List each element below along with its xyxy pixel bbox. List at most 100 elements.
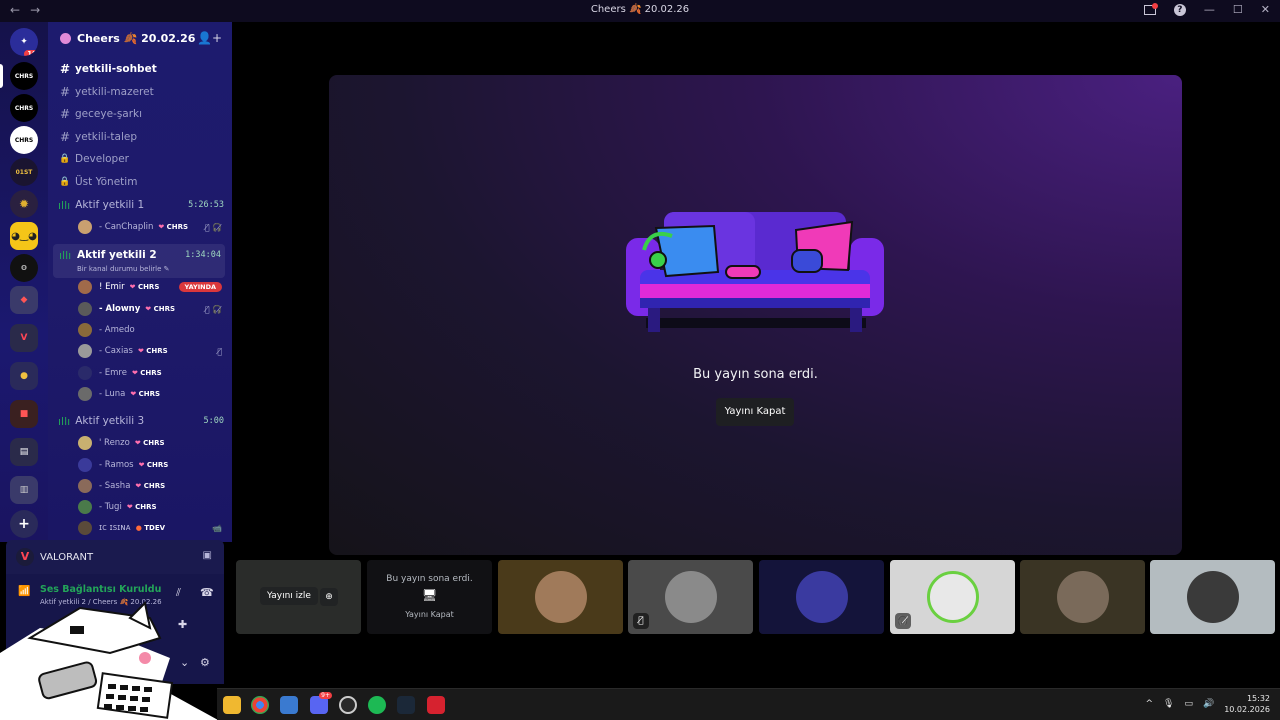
voice-member[interactable]: - Amedo bbox=[78, 321, 228, 339]
add-server-icon[interactable]: + bbox=[10, 510, 38, 538]
server-jake[interactable]: ◕‿◕ bbox=[10, 222, 38, 250]
channel-yetkili-talep[interactable]: # yetkili-talep bbox=[58, 127, 137, 147]
valorant-icon: V bbox=[16, 548, 34, 566]
voice-member[interactable]: ɪᴄ ɪsɪɴᴀ ● TDEV 📹 bbox=[78, 519, 228, 537]
server-cheers-3[interactable]: CHRS bbox=[10, 126, 38, 154]
voice-member[interactable]: - Alowny ❤ CHRS 🎙̸ 🎧̸ bbox=[78, 300, 228, 318]
voice-member[interactable]: - Ramos ❤ CHRS bbox=[78, 456, 228, 474]
hash-icon: # bbox=[59, 62, 71, 76]
watch-stream-button[interactable]: Yayını izle bbox=[260, 587, 318, 605]
stream-ended-tile[interactable]: Bu yayın sona erdi. 🖥 Yayını Kapat bbox=[367, 560, 492, 634]
member-name: - Ramos bbox=[99, 460, 134, 470]
connection-status[interactable]: Ses Bağlantısı Kuruldu bbox=[40, 584, 161, 595]
avatar bbox=[78, 479, 92, 493]
tray-chevron-icon[interactable]: ^ bbox=[1145, 699, 1153, 709]
server-tag: ❤ CHRS bbox=[130, 390, 161, 398]
voice-channel-aktif-yetkili-3[interactable]: ıllı Aktif yetkili 3 5:00 bbox=[58, 411, 228, 431]
server-folder-6[interactable]: ▥ bbox=[10, 476, 38, 504]
voice-member[interactable]: - CanChaplin ❤ CHRS 🎙̸ 🎧̸ bbox=[78, 218, 228, 236]
riot-client-icon[interactable] bbox=[427, 696, 445, 714]
voice-member[interactable]: - Tugi ❤ CHRS bbox=[78, 498, 228, 516]
server-cheers[interactable]: CHRS bbox=[10, 62, 38, 90]
avatar bbox=[795, 571, 848, 623]
voice-channel-label: Aktif yetkili 1 bbox=[75, 199, 145, 211]
server-folder-2[interactable]: V bbox=[10, 324, 38, 352]
maximize-button[interactable]: ☐ bbox=[1233, 3, 1243, 16]
server-dark-logo[interactable]: ʘ bbox=[10, 254, 38, 282]
direct-messages-icon[interactable]: ✦ 19 bbox=[10, 28, 38, 56]
close-stream-button[interactable]: Yayını Kapat bbox=[716, 398, 794, 426]
date: 10.02.2026 bbox=[1224, 705, 1270, 714]
tile-close-stream-button[interactable]: Yayını Kapat bbox=[367, 610, 492, 619]
channel-ust-yonetim[interactable]: 🔒 Üst Yönetim bbox=[58, 172, 137, 192]
server-01st[interactable]: 01ST bbox=[10, 158, 38, 186]
steam-icon[interactable] bbox=[397, 696, 415, 714]
participant-tile[interactable] bbox=[1150, 560, 1275, 634]
deafened-icon: 🎧̸ bbox=[895, 613, 911, 629]
voice-member[interactable]: - Emre ❤ CHRS bbox=[78, 364, 228, 382]
stream-stage: Bu yayın sona erdi. Yayını Kapat Yayını … bbox=[232, 22, 1280, 688]
volume-icon[interactable]: 🔊 bbox=[1203, 699, 1214, 709]
close-button[interactable]: ✕ bbox=[1261, 3, 1270, 16]
lock-icon: 🔒 bbox=[59, 154, 71, 164]
participant-tile[interactable]: 🎙̸ bbox=[628, 560, 753, 634]
zoom-icon[interactable]: ⊕ bbox=[320, 588, 338, 606]
server-folder-1[interactable]: ◆ bbox=[10, 286, 38, 314]
avatar bbox=[78, 344, 92, 358]
voice-channel-aktif-yetkili-1[interactable]: ıllı Aktif yetkili 1 5:26:53 bbox=[58, 195, 228, 215]
help-icon[interactable]: ? bbox=[1173, 3, 1186, 16]
server-tag: ❤ CHRS bbox=[145, 305, 176, 313]
voice-channel-aktif-yetkili-2[interactable]: ıllı Aktif yetkili 2 Bir kanal durumu be… bbox=[53, 244, 225, 278]
avatar bbox=[78, 458, 92, 472]
participant-tile[interactable]: 🎧̸ bbox=[890, 560, 1015, 634]
participant-tile[interactable] bbox=[498, 560, 623, 634]
participant-tile[interactable] bbox=[759, 560, 884, 634]
server-gold-emblem[interactable]: ✹ bbox=[10, 190, 38, 218]
server-folder-4[interactable]: ■ bbox=[10, 400, 38, 428]
system-tray: ^ 🎙 ▭ 🔊 15:32 10.02.2026 bbox=[1145, 693, 1270, 715]
activity-icon[interactable]: ▣ bbox=[203, 550, 212, 561]
spotify-icon[interactable] bbox=[368, 696, 386, 714]
member-name: - Caxias bbox=[99, 346, 133, 356]
member-name: - Sasha bbox=[99, 481, 131, 491]
screen-share-icon[interactable] bbox=[1143, 2, 1158, 15]
minimize-button[interactable]: — bbox=[1204, 3, 1215, 16]
voice-activity-icon: ıllı bbox=[58, 414, 71, 428]
clock[interactable]: 15:32 10.02.2026 bbox=[1224, 693, 1270, 715]
game-activity-bar[interactable]: V VALORANT ▣ bbox=[6, 540, 224, 574]
unread-badge: 19 bbox=[24, 50, 38, 56]
voice-member[interactable]: - Caxias ❤ CHRS 🎙̸ bbox=[78, 342, 228, 360]
app-icon[interactable] bbox=[339, 696, 357, 714]
voice-member[interactable]: - Luna ❤ CHRS bbox=[78, 385, 228, 403]
channel-developer[interactable]: 🔒 Developer bbox=[58, 149, 129, 169]
file-explorer-icon[interactable] bbox=[223, 696, 241, 714]
display-icon[interactable]: ▭ bbox=[1184, 699, 1193, 709]
participant-tile[interactable] bbox=[1020, 560, 1145, 634]
server-tag: ❤ CHRS bbox=[138, 461, 169, 469]
tile-ended-text: Bu yayın sona erdi. bbox=[386, 574, 473, 584]
lock-icon: 🔒 bbox=[59, 177, 71, 187]
voice-member[interactable]: ' Renzo ❤ CHRS bbox=[78, 434, 228, 452]
channel-geceye-sarki[interactable]: # geceye-şarkı bbox=[58, 104, 142, 124]
discord-badge: 9+ bbox=[319, 692, 332, 699]
server-cheers-2[interactable]: CHRS bbox=[10, 94, 38, 122]
avatar bbox=[926, 571, 979, 623]
hash-icon: # bbox=[59, 85, 71, 99]
channel-yetkili-sohbet[interactable]: # yetkili-sohbet bbox=[58, 59, 157, 79]
channel-yetkili-mazeret[interactable]: # yetkili-mazeret bbox=[58, 82, 154, 102]
discord-icon[interactable]: 9+ bbox=[310, 692, 332, 714]
chrome-icon[interactable] bbox=[251, 696, 269, 714]
hash-icon: # bbox=[59, 107, 71, 121]
voice-member[interactable]: ! Emir ❤ CHRS YAYINDA bbox=[78, 278, 228, 296]
add-member-icon[interactable]: 👤+ bbox=[197, 31, 222, 45]
microphone-icon[interactable]: 🎙 bbox=[1163, 699, 1174, 709]
server-folder-3[interactable]: ● bbox=[10, 362, 38, 390]
server-folder-5[interactable]: ▤ bbox=[10, 438, 38, 466]
stream-preview-tile[interactable]: Yayını izle ⊕ bbox=[236, 560, 361, 634]
app-icon[interactable] bbox=[280, 696, 298, 714]
channel-label: geceye-şarkı bbox=[75, 108, 143, 120]
member-name: - Amedo bbox=[99, 325, 135, 335]
channel-status[interactable]: Bir kanal durumu belirle ✎ bbox=[77, 265, 170, 273]
server-name: Cheers 🍂 20.02.26 bbox=[77, 31, 196, 45]
voice-member[interactable]: - Sasha ❤ CHRS bbox=[78, 477, 228, 495]
